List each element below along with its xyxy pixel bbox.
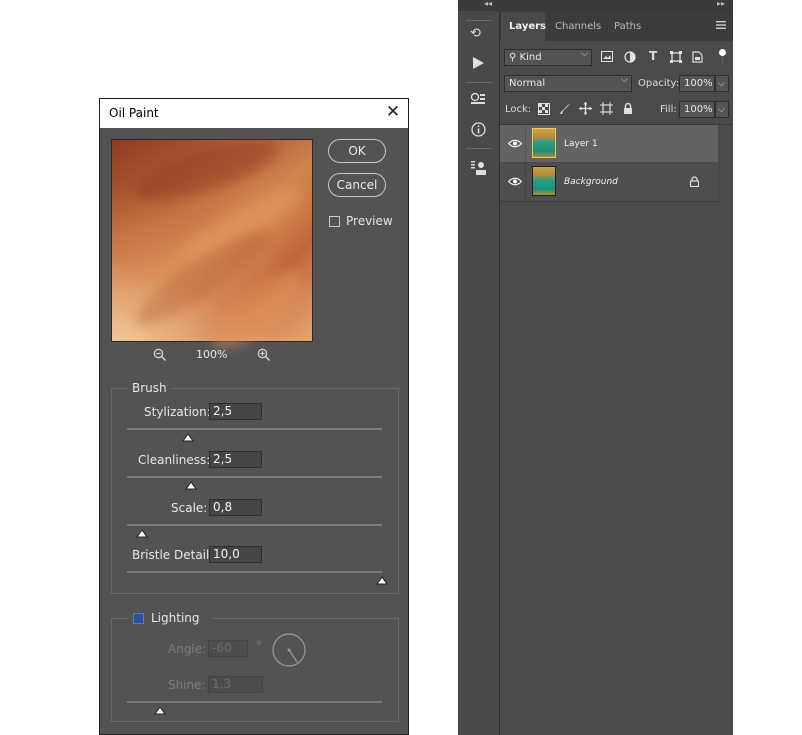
shine-label: Shine:	[168, 678, 206, 692]
tool-icon-strip	[458, 11, 500, 735]
oil-paint-dialog: Oil Paint ✕ OK Cancel Preview 100% Brush…	[99, 98, 409, 735]
hamburger-menu-icon[interactable]	[716, 21, 726, 29]
preview-image[interactable]	[111, 127, 313, 361]
layer-row-background[interactable]: Background	[500, 163, 718, 200]
opacity-input[interactable]: 100%	[679, 75, 715, 92]
tab-channels[interactable]: Channels	[555, 21, 601, 32]
filter-shape-icon[interactable]	[670, 51, 682, 63]
stylization-label: Stylization:	[144, 405, 211, 419]
lock-position-icon[interactable]	[579, 102, 592, 115]
blend-mode-value: Normal	[509, 78, 546, 89]
filter-smart-object-icon[interactable]	[692, 51, 703, 63]
layer-row-layer-1[interactable]: Layer 1	[500, 125, 718, 162]
stylization-input[interactable]: 2,5	[209, 403, 262, 420]
layer-1-thumbnail[interactable]	[532, 128, 556, 158]
bristle-detail-label: Bristle Detail:	[132, 548, 214, 562]
lock-artboard-icon[interactable]	[600, 102, 613, 115]
zoom-level: 100%	[196, 348, 228, 361]
filter-toggle-icon[interactable]	[718, 48, 727, 64]
chevron-down-icon: ⌵	[581, 49, 588, 59]
chevron-down-icon: ⌵	[718, 79, 725, 89]
layer-lock-icon[interactable]	[690, 176, 699, 187]
filter-adjustment-icon[interactable]	[624, 51, 636, 63]
cleanliness-label: Cleanliness:	[138, 453, 211, 467]
opacity-dropdown-button[interactable]: ⌵	[715, 75, 729, 92]
chevron-down-icon: ⌵	[621, 75, 628, 85]
fill-input[interactable]: 100%	[679, 101, 715, 118]
close-button[interactable]: ✕	[383, 102, 403, 122]
filter-type-icon[interactable]: T	[649, 49, 657, 63]
lock-transparent-pixels-icon[interactable]	[538, 103, 550, 115]
eye-visibility-icon[interactable]	[508, 139, 522, 148]
lock-label: Lock:	[505, 104, 532, 115]
dialog-titlebar: Oil Paint ✕	[100, 99, 408, 128]
filter-kind-label: Kind	[519, 52, 542, 63]
strip-divider	[466, 82, 492, 83]
layer-name[interactable]: Background	[564, 177, 618, 187]
cleanliness-slider[interactable]	[127, 476, 382, 478]
layer-name[interactable]: Layer 1	[564, 139, 598, 149]
strip-divider	[466, 148, 492, 149]
row-divider	[525, 125, 526, 162]
preview-label: Preview	[346, 214, 393, 228]
angle-dial-icon[interactable]	[271, 632, 307, 668]
filter-kind-dropdown[interactable]: ⚲ Kind	[504, 49, 592, 66]
row-divider	[525, 163, 526, 200]
tab-layers[interactable]: Layers	[509, 21, 546, 32]
shine-input[interactable]: 1,3	[208, 676, 263, 693]
blend-mode-dropdown[interactable]: Normal	[504, 75, 632, 92]
libraries-icon[interactable]	[470, 92, 486, 106]
strip-divider	[466, 20, 492, 21]
ok-button[interactable]: OK	[328, 139, 386, 163]
search-icon: ⚲	[509, 52, 517, 63]
fill-label: Fill:	[660, 104, 677, 115]
angle-label: Angle:	[168, 642, 207, 656]
photoshop-panel-dock: ◂◂ ▸▸ ⟲ Layers Channels Paths ⚲ Kind ⌵ T…	[458, 0, 733, 735]
lock-image-pixels-icon[interactable]	[559, 103, 571, 115]
lock-all-icon[interactable]	[623, 102, 633, 115]
play-actions-icon[interactable]	[472, 56, 485, 70]
chevron-down-icon: ⌵	[718, 105, 725, 115]
preview-checkbox[interactable]	[329, 216, 340, 227]
stylization-slider[interactable]	[127, 428, 382, 430]
degree-symbol: °	[256, 639, 262, 653]
layers-list-end	[500, 201, 718, 202]
eye-visibility-icon[interactable]	[508, 177, 522, 186]
zoom-out-icon[interactable]	[153, 348, 167, 362]
fill-dropdown-button[interactable]: ⌵	[715, 101, 729, 118]
zoom-in-icon[interactable]	[257, 348, 271, 362]
angle-input[interactable]: -60	[208, 640, 248, 657]
opacity-label: Opacity:	[638, 78, 680, 89]
cleanliness-input[interactable]: 2,5	[209, 451, 262, 468]
scale-input[interactable]: 0,8	[209, 499, 262, 516]
background-thumbnail[interactable]	[532, 166, 556, 196]
tab-paths[interactable]: Paths	[614, 21, 641, 32]
dock-header-bar	[458, 0, 733, 11]
cancel-button[interactable]: Cancel	[328, 173, 386, 197]
info-icon[interactable]	[471, 122, 486, 137]
brush-group-title: Brush	[128, 381, 171, 395]
bristle-detail-input[interactable]: 10,0	[209, 546, 262, 563]
history-icon[interactable]: ⟲	[470, 26, 481, 41]
collapse-left-icon[interactable]: ◂◂	[484, 0, 492, 8]
bristle-detail-slider[interactable]	[127, 571, 382, 573]
lighting-group-title: Lighting	[151, 611, 200, 625]
shine-slider[interactable]	[127, 701, 382, 703]
scale-label: Scale:	[171, 501, 208, 515]
filter-pixel-icon[interactable]	[601, 51, 613, 62]
expand-right-icon[interactable]: ▸▸	[717, 0, 725, 8]
dialog-title: Oil Paint	[109, 106, 159, 120]
clone-source-icon[interactable]	[470, 160, 487, 176]
lighting-checkbox[interactable]	[133, 613, 144, 624]
scale-slider[interactable]	[127, 524, 382, 526]
